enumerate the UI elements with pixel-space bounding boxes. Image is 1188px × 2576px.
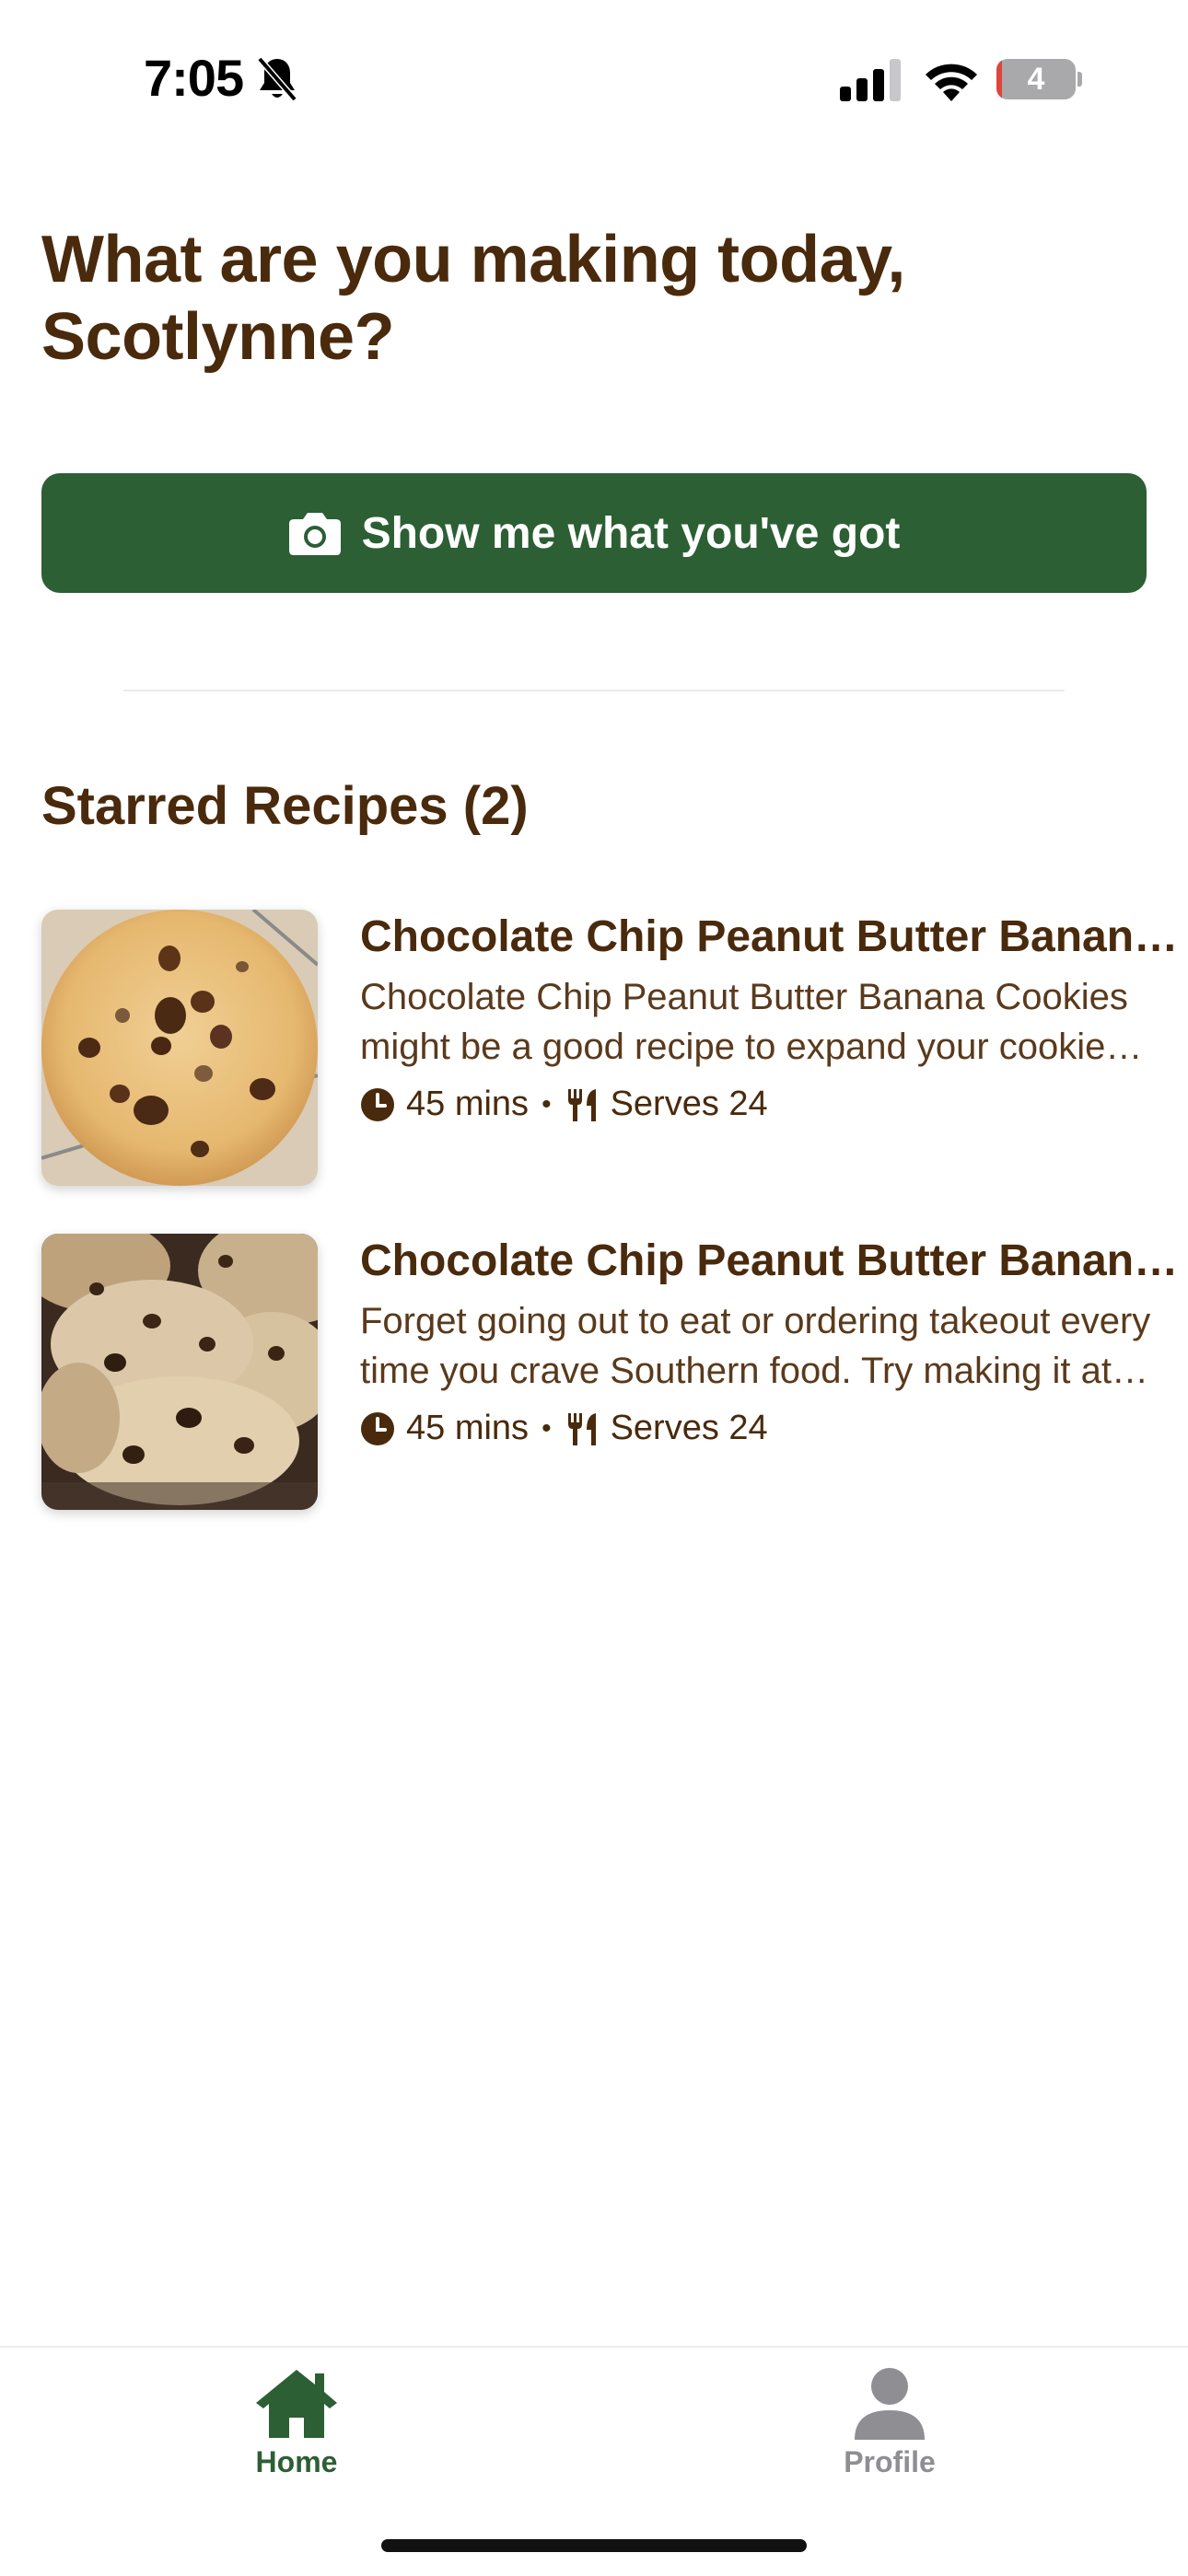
recipe-card[interactable]: Chocolate Chip Peanut Butter Banana Cook… [41,1234,1188,1510]
recipe-time: 45 mins [406,1085,530,1123]
wifi-icon [926,64,977,101]
tab-profile-label: Profile [844,2445,936,2478]
recipe-serves: Serves 24 [610,1085,768,1123]
clock-icon [361,1087,394,1121]
utensils-icon [567,1088,596,1121]
recipe-time: 45 mins [406,1409,530,1447]
bell-slash-icon [257,56,297,102]
profile-icon [855,2368,925,2440]
recipe-title: Chocolate Chip Peanut Butter Banana Cook… [360,1236,1188,1285]
starred-recipes-title: Starred Recipes (2) [41,776,529,836]
status-bar: 7:05 4 [0,0,1188,157]
recipe-meta: 45 mins • Serves 24 [360,1085,1188,1124]
tab-home[interactable]: Home [158,2366,435,2495]
utensils-icon [567,1412,596,1445]
show-me-button[interactable]: Show me what you've got [41,473,1147,593]
chocolate-chip-cookie-photo [41,910,318,1186]
recipe-description: Forget going out to eat or ordering take… [360,1301,1151,1391]
recipe-description: Chocolate Chip Peanut Butter Banana Cook… [360,977,1128,1067]
status-time: 7:05 [144,49,244,107]
battery-icon: 4 [996,59,1082,99]
recipe-meta: 45 mins • Serves 24 [360,1409,1188,1448]
recipe-image [41,910,318,1186]
recipe-title: Chocolate Chip Peanut Butter Banana Cook… [360,912,1188,961]
tab-home-label: Home [255,2445,338,2478]
show-me-button-label: Show me what you've got [361,508,901,558]
recipe-image [41,1234,318,1510]
divider [123,690,1065,691]
home-indicator [381,2539,807,2552]
clock-icon [361,1411,394,1445]
recipe-card[interactable]: Chocolate Chip Peanut Butter Banana Cook… [41,910,1188,1186]
meta-separator: • [542,1088,552,1120]
camera-icon [288,513,341,555]
home-icon [256,2370,337,2438]
tab-profile[interactable]: Profile [751,2366,1028,2495]
stacked-cookies-photo [41,1234,318,1510]
battery-level: 4 [1027,62,1045,97]
recipe-serves: Serves 24 [610,1409,768,1447]
meta-separator: • [542,1412,552,1444]
page-title: What are you making today, Scotlynne? [41,223,905,374]
cellular-signal-icon [840,59,901,101]
